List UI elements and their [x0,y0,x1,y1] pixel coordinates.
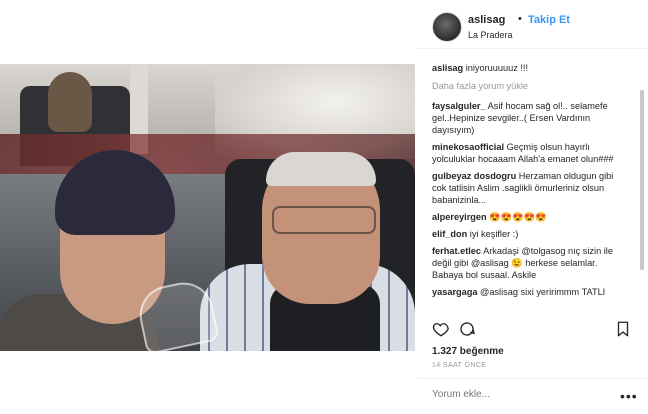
action-bar [432,320,632,342]
comment-username[interactable]: gulbeyaz dosdogru [432,171,516,181]
header-divider [418,48,648,49]
comment-username[interactable]: ferhat.etlec [432,246,481,256]
comment-input[interactable] [432,389,582,400]
comment-text: @aslisag sixi yeririmmm TATLI [480,287,606,297]
heart-icon[interactable] [432,320,450,338]
post-photo[interactable] [0,64,415,351]
background-passenger [48,72,92,132]
load-more-comments[interactable]: Daha fazla yorum yükle [432,80,630,92]
comment-item: faysalguler_ Asif hocam sağ ol!.. selame… [432,100,630,136]
comment-item: yasargaga @aslisag sixi yeririmmm TATLI [432,286,630,298]
post-header: aslisag • Takip Et La Pradera [428,8,640,48]
comment-text: iyi keşifler :) [469,229,519,239]
location-link[interactable]: La Pradera [468,30,513,40]
comment-username[interactable]: alpereyirgen [432,212,487,222]
comment-username[interactable]: faysalguler_ [432,101,486,111]
comment-username[interactable]: elif_don [432,229,467,239]
comment-username[interactable]: minekosaofficial [432,142,504,152]
man-glasses [272,206,376,234]
footer-divider [418,378,648,379]
comments-list: aslisag iniyoruuuuuz !!! Daha fazla yoru… [432,62,630,312]
comment-username[interactable]: yasargaga [432,287,477,297]
comment-item: ferhat.etlec Arkadaşi @tolgasog nıç sizi… [432,245,630,281]
man-hair [266,152,376,186]
caption: aslisag iniyoruuuuuz !!! [432,62,630,74]
comment-item: alpereyirgen 😍😍😍😍😍 [432,211,630,223]
follow-button[interactable]: Takip Et [528,14,570,26]
caption-username[interactable]: aslisag [432,63,463,73]
avatar[interactable] [432,12,462,42]
bookmark-icon[interactable] [614,320,632,338]
separator-dot: • [518,13,522,25]
username[interactable]: aslisag [468,14,505,26]
comments-scrollbar[interactable] [640,90,644,270]
comment-text: 😍😍😍😍😍 [489,212,547,222]
post-timestamp: 14 SAAT ÖNCE [432,362,487,369]
likes-count[interactable]: 1.327 beğenme [432,346,504,357]
caption-text: iniyoruuuuuz !!! [465,63,529,73]
comment-item: minekosaofficial Geçmiş olsun hayırlı yo… [432,141,630,165]
comment-icon[interactable] [458,320,476,338]
comment-item: gulbeyaz dosdogru Herzaman oldugun gibi … [432,170,630,206]
comment-item: elif_don iyi keşifler :) [432,228,630,240]
more-options-icon[interactable]: ••• [620,388,638,404]
